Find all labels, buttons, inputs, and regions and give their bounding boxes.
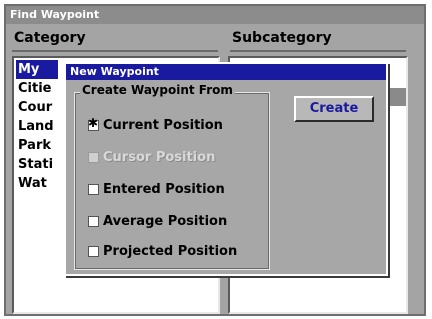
radio-icon[interactable] [88,216,99,227]
option-average-position[interactable]: Average Position [88,214,227,229]
option-cursor-position: Cursor Position [88,150,215,165]
category-item-countries[interactable]: Cour [16,98,58,117]
create-from-label: Create Waypoint From [80,83,235,97]
option-projected-position[interactable]: Projected Position [88,244,237,259]
new-waypoint-dialog: New Waypoint Create Waypoint From Curren… [64,62,388,276]
category-list: My Citie Cour Land Park Stati Wat [16,60,58,193]
option-current-position[interactable]: Current Position [88,116,223,133]
find-waypoint-window: Find Waypoint Category Subcategory My Ci… [4,4,426,316]
radio-icon[interactable] [88,184,99,195]
window-titlebar: Find Waypoint [6,6,424,24]
radio-icon[interactable] [88,246,99,257]
option-label: Current Position [103,118,223,133]
radio-selected-icon[interactable] [88,116,99,131]
subcategory-column-header[interactable]: Subcategory [232,30,332,46]
option-label: Average Position [103,214,228,229]
option-label: Projected Position [103,244,238,259]
option-label: Entered Position [103,182,225,197]
radio-icon [88,152,99,163]
category-item-cities[interactable]: Citie [16,79,58,98]
dialog-titlebar: New Waypoint [66,64,386,80]
option-entered-position[interactable]: Entered Position [88,182,225,197]
category-header-divider [12,50,218,52]
category-item-my[interactable]: My [16,60,58,79]
category-item-water[interactable]: Wat [16,174,58,193]
category-item-stations[interactable]: Stati [16,155,58,174]
category-item-parks[interactable]: Park [16,136,58,155]
subcategory-header-divider [230,50,406,52]
option-label: Cursor Position [103,150,216,165]
category-item-landmarks[interactable]: Land [16,117,58,136]
category-column-header[interactable]: Category [14,30,86,46]
create-button[interactable]: Create [294,96,374,122]
